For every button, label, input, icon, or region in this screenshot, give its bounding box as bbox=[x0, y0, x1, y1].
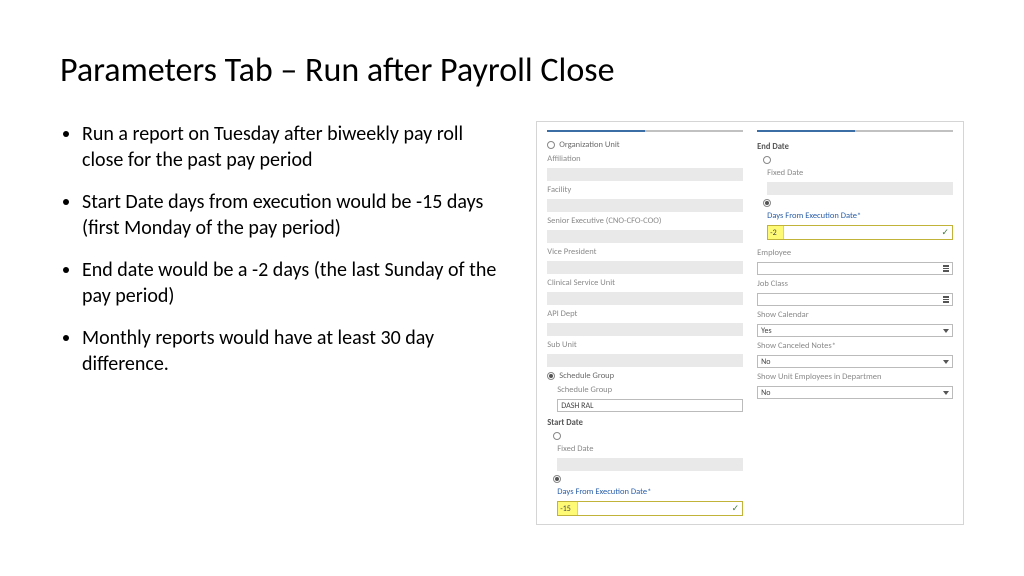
show-unit-emp-select[interactable]: No bbox=[757, 386, 953, 399]
show-unit-emp-value: No bbox=[761, 388, 770, 398]
chevron-down-icon bbox=[943, 360, 949, 364]
check-icon: ✓ bbox=[732, 503, 740, 514]
chevron-down-icon bbox=[943, 329, 949, 333]
vp-label: Vice President bbox=[547, 247, 743, 257]
vp-input[interactable] bbox=[547, 261, 743, 274]
job-class-input[interactable] bbox=[757, 293, 953, 306]
start-date-heading: Start Date bbox=[547, 418, 743, 428]
start-days-exec-value: -15 bbox=[558, 502, 578, 515]
end-days-exec-radio[interactable] bbox=[757, 199, 953, 207]
org-unit-label: Organization Unit bbox=[559, 140, 619, 150]
start-fixed-date-radio[interactable] bbox=[547, 432, 743, 440]
bullet-list: Run a report on Tuesday after biweekly p… bbox=[60, 121, 506, 525]
end-days-exec-label: Days From Execution Date* bbox=[757, 211, 953, 221]
schedule-group-label: Schedule Group bbox=[547, 385, 743, 395]
senior-exec-input[interactable] bbox=[547, 230, 743, 243]
bullet-item: End date would be a -2 days (the last Su… bbox=[82, 257, 506, 309]
facility-label: Facility bbox=[547, 185, 743, 195]
schedule-group-radio[interactable]: Schedule Group bbox=[547, 371, 743, 381]
clinical-service-input[interactable] bbox=[547, 292, 743, 305]
menu-icon bbox=[943, 265, 949, 272]
radio-icon bbox=[547, 141, 555, 149]
check-icon: ✓ bbox=[941, 227, 949, 238]
bullet-item: Monthly reports would have at least 30 d… bbox=[82, 325, 506, 377]
parameters-form: Organization Unit Affiliation Facility S… bbox=[536, 121, 964, 525]
radio-icon bbox=[553, 432, 561, 440]
job-class-label: Job Class bbox=[757, 279, 953, 289]
start-fixed-date-label: Fixed Date bbox=[547, 444, 743, 454]
chevron-down-icon bbox=[943, 391, 949, 395]
schedule-group-heading: Schedule Group bbox=[559, 371, 614, 381]
api-dept-input[interactable] bbox=[547, 323, 743, 336]
affiliation-label: Affiliation bbox=[547, 154, 743, 164]
employee-input[interactable] bbox=[757, 262, 953, 275]
show-calendar-value: Yes bbox=[761, 326, 771, 336]
start-days-exec-radio[interactable] bbox=[547, 475, 743, 483]
page-title: Parameters Tab – Run after Payroll Close bbox=[60, 50, 964, 91]
start-days-exec-label: Days From Execution Date* bbox=[547, 487, 743, 497]
column-top-border bbox=[757, 130, 953, 132]
start-fixed-date-input[interactable] bbox=[557, 458, 743, 471]
menu-icon bbox=[943, 296, 949, 303]
sub-unit-input[interactable] bbox=[547, 354, 743, 367]
bullet-item: Start Date days from execution would be … bbox=[82, 189, 506, 241]
sub-unit-label: Sub Unit bbox=[547, 340, 743, 350]
start-days-exec-input[interactable]: -15 ✓ bbox=[557, 501, 743, 516]
schedule-group-input[interactable]: DASH RAL bbox=[557, 399, 743, 412]
api-dept-label: API Dept bbox=[547, 309, 743, 319]
end-date-heading: End Date bbox=[757, 142, 953, 152]
column-top-border bbox=[547, 130, 743, 132]
end-fixed-date-input[interactable] bbox=[767, 182, 953, 195]
show-canceled-label: Show Canceled Notes* bbox=[757, 341, 953, 351]
senior-exec-label: Senior Executive (CNO-CFO-COO) bbox=[547, 216, 743, 226]
employee-label: Employee bbox=[757, 248, 953, 258]
radio-icon bbox=[763, 156, 771, 164]
show-calendar-label: Show Calendar bbox=[757, 310, 953, 320]
radio-icon bbox=[547, 372, 555, 380]
show-canceled-select[interactable]: No bbox=[757, 355, 953, 368]
end-days-exec-value: -2 bbox=[768, 226, 784, 239]
bullet-item: Run a report on Tuesday after biweekly p… bbox=[82, 121, 506, 173]
end-fixed-date-radio[interactable] bbox=[757, 156, 953, 164]
show-canceled-value: No bbox=[761, 357, 770, 367]
show-unit-emp-label: Show Unit Employees in Departmen bbox=[757, 372, 953, 382]
org-unit-radio[interactable]: Organization Unit bbox=[547, 140, 743, 150]
show-calendar-select[interactable]: Yes bbox=[757, 324, 953, 337]
facility-input[interactable] bbox=[547, 199, 743, 212]
schedule-group-value: DASH RAL bbox=[561, 401, 593, 411]
end-days-exec-input[interactable]: -2 ✓ bbox=[767, 225, 953, 240]
end-fixed-date-label: Fixed Date bbox=[757, 168, 953, 178]
radio-icon bbox=[553, 475, 561, 483]
clinical-service-label: Clinical Service Unit bbox=[547, 278, 743, 288]
affiliation-input[interactable] bbox=[547, 168, 743, 181]
radio-icon bbox=[763, 199, 771, 207]
